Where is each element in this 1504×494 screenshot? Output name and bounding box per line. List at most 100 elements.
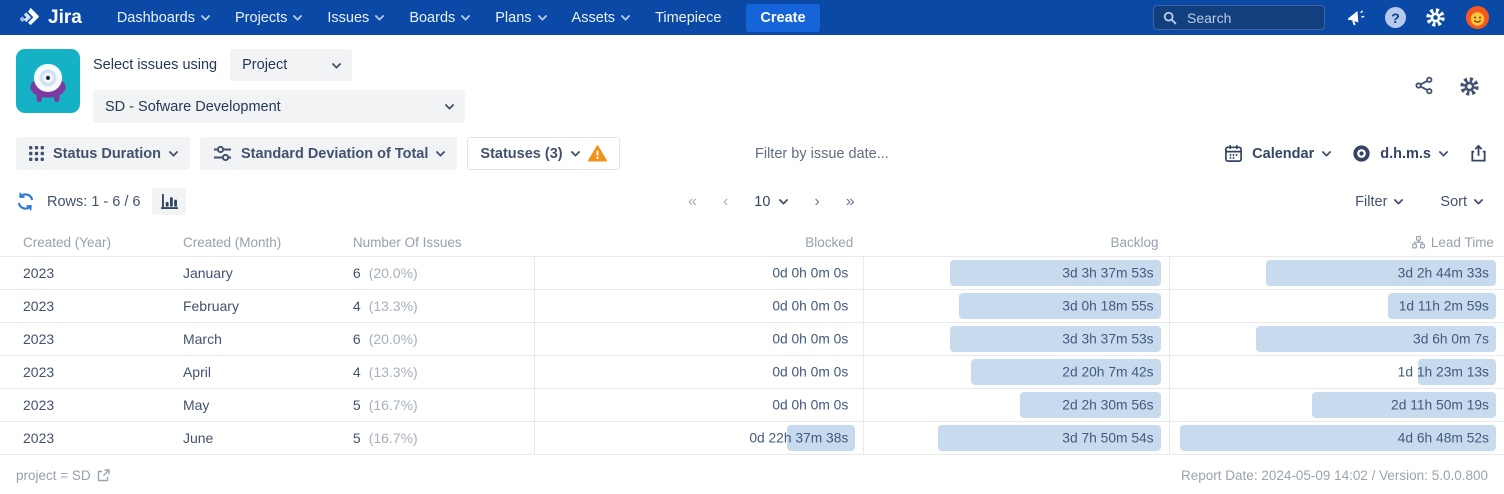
- column-header-number-of-issues[interactable]: Number Of Issues: [343, 235, 534, 250]
- user-avatar[interactable]: [1465, 5, 1490, 30]
- cell-created-year: 2023: [0, 265, 173, 281]
- table-row[interactable]: 2023 June 5(16.7%) 0d 22h 37m 38s 3d 7h …: [0, 422, 1504, 455]
- chevron-down-icon: [1394, 195, 1404, 205]
- issue-date-filter[interactable]: Filter by issue date...: [520, 146, 1125, 162]
- cell-blocked: 0d 0h 0m 0s: [534, 356, 863, 388]
- nav-item-plans[interactable]: Plans: [482, 0, 558, 35]
- chevron-down-icon: [169, 147, 179, 157]
- top-navbar: Jira Dashboards Projects Issues Boards P…: [0, 0, 1504, 35]
- column-header-created-year[interactable]: Created (Year): [0, 235, 173, 250]
- search-icon: [1163, 11, 1177, 25]
- report-settings-button[interactable]: [1459, 76, 1480, 97]
- report-header: Select issues using Project SD - Sofware…: [0, 35, 1504, 133]
- export-button[interactable]: [1469, 144, 1488, 163]
- cell-number-of-issues: 4(13.3%): [343, 364, 534, 380]
- cell-backlog: 3d 3h 37m 53s: [863, 323, 1168, 355]
- project-dropdown[interactable]: SD - Sofware Development: [93, 90, 465, 123]
- megaphone-icon: [1344, 7, 1366, 29]
- nav-item-boards[interactable]: Boards: [396, 0, 482, 35]
- chevron-down-icon: [461, 11, 471, 21]
- cell-number-of-issues: 4(13.3%): [343, 298, 534, 314]
- jira-logo[interactable]: Jira: [18, 6, 82, 29]
- report-toolbar: Status Duration Standard Deviation of To…: [0, 133, 1504, 170]
- nav-item-projects[interactable]: Projects: [222, 0, 314, 35]
- table-row[interactable]: 2023 March 6(20.0%) 0d 0h 0m 0s 3d 3h 37…: [0, 323, 1504, 356]
- share-button[interactable]: [1414, 76, 1434, 96]
- app-window: Jira Dashboards Projects Issues Boards P…: [0, 0, 1504, 494]
- table-header-row: Created (Year) Created (Month) Number Of…: [0, 229, 1504, 257]
- timepiece-app-icon: [16, 49, 80, 113]
- cell-blocked: 0d 0h 0m 0s: [534, 257, 863, 289]
- nav-item-dashboards[interactable]: Dashboards: [104, 0, 222, 35]
- next-page-button[interactable]: ›: [814, 193, 818, 211]
- search-input[interactable]: [1185, 9, 1305, 27]
- gear-icon: [1459, 76, 1480, 97]
- brand-text: Jira: [48, 7, 82, 29]
- cell-created-year: 2023: [0, 298, 173, 314]
- time-format-dropdown[interactable]: d.h.m.s: [1352, 144, 1447, 163]
- table-row[interactable]: 2023 May 5(16.7%) 0d 0h 0m 0s 2d 2h 30m …: [0, 389, 1504, 422]
- nav-item-issues[interactable]: Issues: [314, 0, 396, 35]
- cell-blocked: 0d 0h 0m 0s: [534, 323, 863, 355]
- nav-item-timepiece[interactable]: Timepiece: [642, 0, 734, 35]
- grid-icon: [29, 146, 44, 161]
- calendar-dropdown[interactable]: Calendar: [1224, 144, 1330, 163]
- list-controls: Rows: 1 - 6 / 6 « ‹ 10 › »: [0, 170, 1504, 225]
- refresh-button[interactable]: [16, 192, 35, 211]
- announcements-button[interactable]: [1344, 7, 1366, 29]
- chevron-down-icon: [201, 11, 211, 21]
- table-row[interactable]: 2023 February 4(13.3%) 0d 0h 0m 0s 3d 0h…: [0, 290, 1504, 323]
- prev-page-button[interactable]: ‹: [723, 193, 727, 211]
- jql-text: project = SD: [16, 468, 91, 483]
- page-size-dropdown[interactable]: 10: [754, 194, 787, 210]
- chevron-down-icon: [436, 147, 446, 157]
- help-button[interactable]: ?: [1385, 7, 1406, 28]
- metric-dropdown[interactable]: Standard Deviation of Total: [200, 137, 457, 170]
- cell-lead-time: 4d 6h 48m 52s: [1169, 422, 1504, 454]
- rows-count-label: Rows: 1 - 6 / 6: [47, 194, 140, 210]
- controls-left: Rows: 1 - 6 / 6: [16, 188, 186, 215]
- global-search[interactable]: [1153, 5, 1325, 30]
- column-header-backlog[interactable]: Backlog: [863, 235, 1168, 250]
- chevron-down-icon: [375, 11, 385, 21]
- refresh-icon: [16, 192, 35, 211]
- navbar-right: ?: [1153, 5, 1490, 30]
- cell-created-year: 2023: [0, 430, 173, 446]
- column-header-lead-time[interactable]: Lead Time: [1169, 235, 1504, 250]
- column-header-created-month[interactable]: Created (Month): [173, 235, 343, 250]
- settings-button[interactable]: [1425, 7, 1446, 28]
- cell-lead-time: 2d 11h 50m 19s: [1169, 389, 1504, 421]
- cell-created-month: April: [173, 364, 343, 380]
- last-page-button[interactable]: »: [846, 193, 854, 211]
- cell-blocked: 0d 22h 37m 38s: [534, 422, 863, 454]
- share-icon: [1414, 76, 1434, 96]
- chart-view-button[interactable]: [152, 188, 186, 215]
- nav-item-assets[interactable]: Assets: [559, 0, 643, 35]
- chevron-down-icon: [293, 11, 303, 21]
- nav-menus: Dashboards Projects Issues Boards Plans …: [104, 0, 735, 35]
- sort-dropdown[interactable]: Sort: [1440, 194, 1482, 210]
- select-issues-label: Select issues using: [93, 57, 217, 73]
- create-button[interactable]: Create: [746, 4, 819, 32]
- jql-link[interactable]: project = SD: [16, 468, 110, 483]
- report-type-dropdown[interactable]: Status Duration: [16, 137, 190, 170]
- external-link-icon: [97, 469, 110, 482]
- first-page-button[interactable]: «: [688, 193, 696, 211]
- table-row[interactable]: 2023 January 6(20.0%) 0d 0h 0m 0s 3d 3h …: [0, 257, 1504, 290]
- filter-dropdown[interactable]: Filter: [1355, 194, 1402, 210]
- select-mode-dropdown[interactable]: Project: [230, 49, 352, 81]
- table-body: 2023 January 6(20.0%) 0d 0h 0m 0s 3d 3h …: [0, 257, 1504, 455]
- cell-number-of-issues: 6(20.0%): [343, 331, 534, 347]
- cell-created-month: March: [173, 331, 343, 347]
- column-header-blocked[interactable]: Blocked: [534, 235, 863, 250]
- chevron-down-icon: [621, 11, 631, 21]
- pagination: « ‹ 10 › »: [186, 193, 1355, 211]
- chevron-down-icon: [445, 100, 455, 110]
- toolbar-right: Calendar d.h.m.s: [1224, 144, 1488, 163]
- cell-created-year: 2023: [0, 331, 173, 347]
- cell-number-of-issues: 5(16.7%): [343, 397, 534, 413]
- cell-created-month: February: [173, 298, 343, 314]
- table-row[interactable]: 2023 April 4(13.3%) 0d 0h 0m 0s 2d 20h 7…: [0, 356, 1504, 389]
- header-actions: [1414, 76, 1488, 97]
- chevron-down-icon: [1474, 195, 1484, 205]
